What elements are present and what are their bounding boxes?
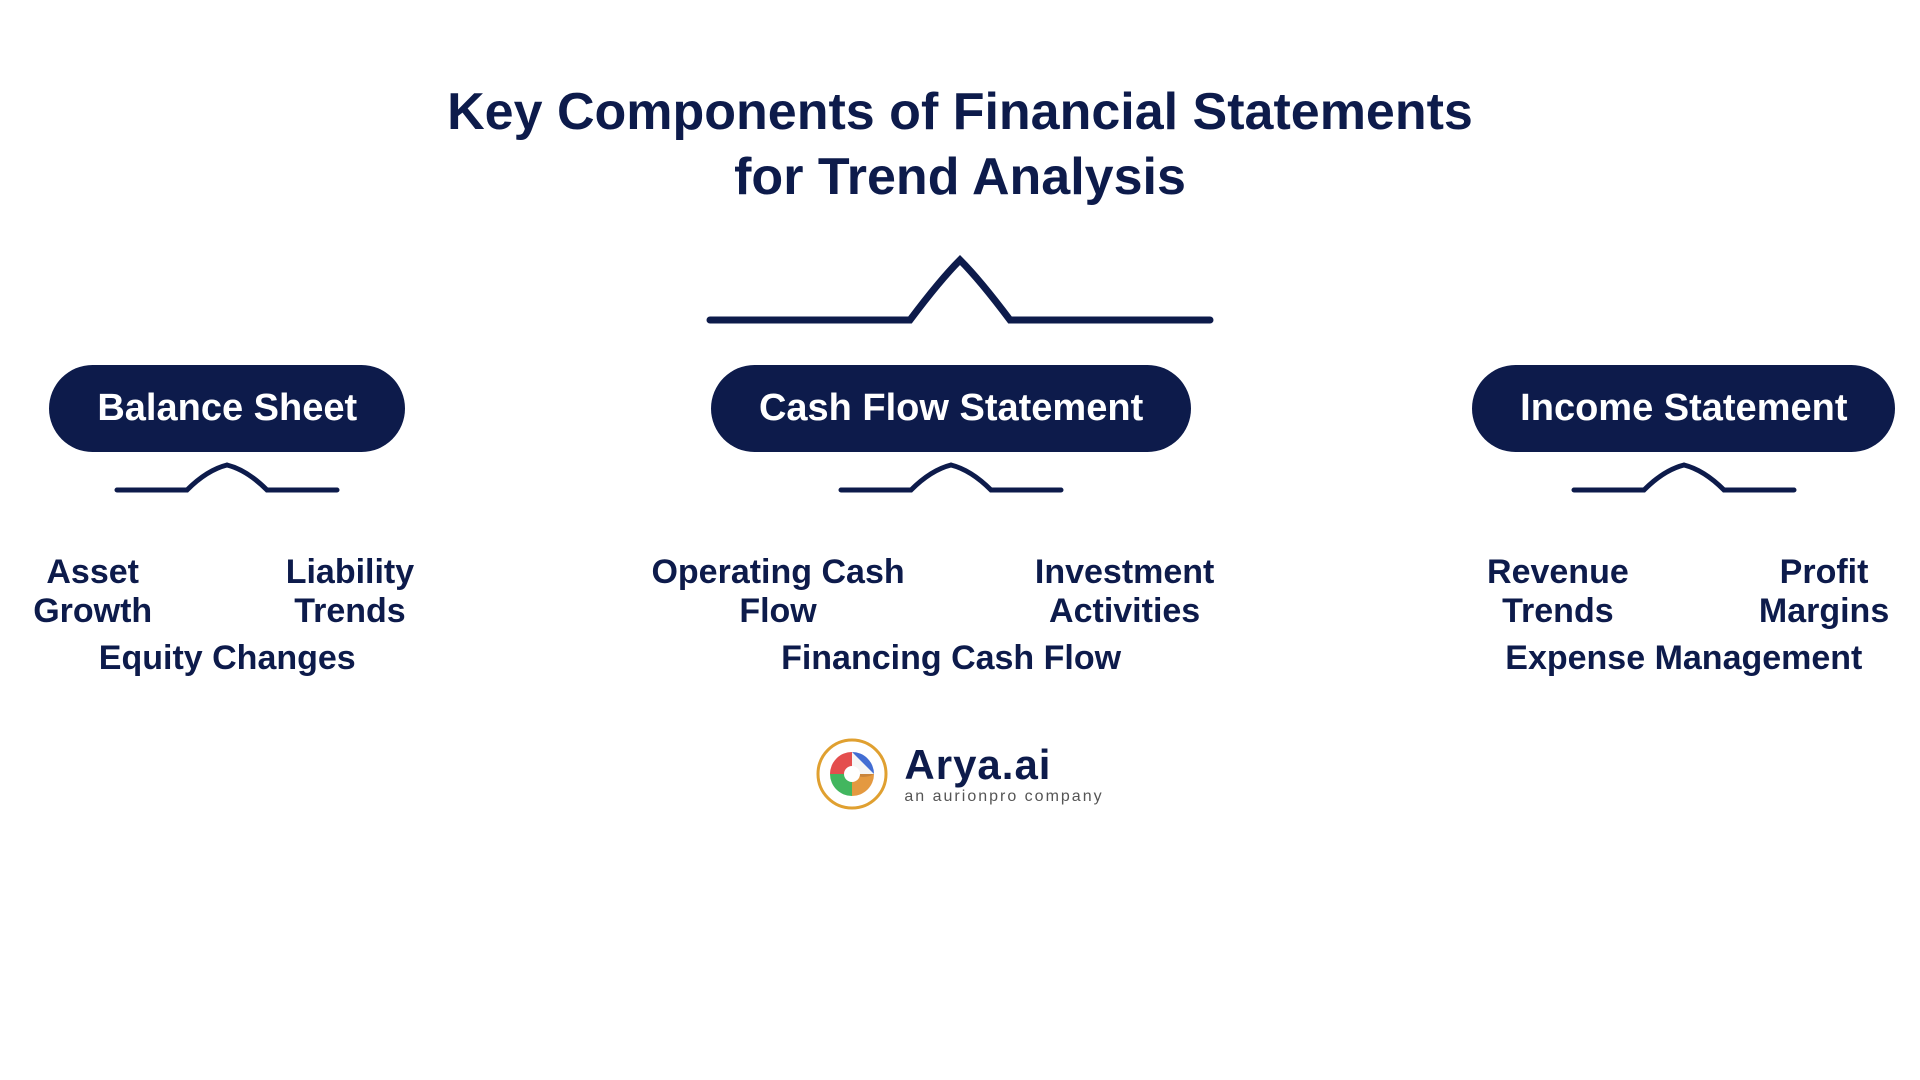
- column-cash-flow: Cash Flow Statement Operating Cash Flow …: [635, 365, 1268, 678]
- income-statement-row2: Expense Management: [1505, 639, 1862, 678]
- income-statement-connector: [1554, 460, 1814, 535]
- columns-container: Balance Sheet Asset Growth Liability Tre…: [0, 365, 1920, 678]
- logo-name: Arya.ai: [904, 742, 1051, 788]
- cash-flow-row1: Operating Cash Flow Investment Activitie…: [635, 553, 1268, 631]
- column-balance-sheet: Balance Sheet Asset Growth Liability Tre…: [0, 365, 455, 678]
- investment-activities-label: Investment Activities: [982, 553, 1268, 631]
- equity-changes-label: Equity Changes: [99, 639, 356, 678]
- logo-area: Arya.ai an aurionpro company: [816, 738, 1103, 810]
- income-statement-button[interactable]: Income Statement: [1472, 365, 1895, 452]
- logo-tagline: an aurionpro company: [904, 788, 1103, 806]
- title-line1: Key Components of Financial Statements: [447, 83, 1473, 141]
- top-connector: [680, 240, 1240, 355]
- column-income-statement: Income Statement Revenue Trends Profit M…: [1448, 365, 1920, 678]
- expense-management-label: Expense Management: [1505, 639, 1862, 678]
- cash-flow-sub-items: Operating Cash Flow Investment Activitie…: [635, 553, 1268, 678]
- revenue-trends-label: Revenue Trends: [1448, 553, 1668, 631]
- balance-sheet-sub-items: Asset Growth Liability Trends Equity Cha…: [0, 553, 455, 678]
- arya-logo-icon: [816, 738, 888, 810]
- balance-sheet-connector: [97, 460, 357, 535]
- operating-cash-flow-label: Operating Cash Flow: [635, 553, 922, 631]
- balance-sheet-row1: Asset Growth Liability Trends: [0, 553, 455, 631]
- financing-cash-flow-label: Financing Cash Flow: [781, 639, 1121, 678]
- income-statement-sub-items: Revenue Trends Profit Margins Expense Ma…: [1448, 553, 1920, 678]
- liability-trends-label: Liability Trends: [245, 553, 454, 631]
- logo-text: Arya.ai an aurionpro company: [904, 742, 1103, 806]
- balance-sheet-row2: Equity Changes: [99, 639, 356, 678]
- profit-margins-label: Profit Margins: [1728, 553, 1920, 631]
- title-line2: for Trend Analysis: [734, 148, 1186, 206]
- cash-flow-button[interactable]: Cash Flow Statement: [711, 365, 1191, 452]
- cash-flow-row2: Financing Cash Flow: [781, 639, 1121, 678]
- income-statement-row1: Revenue Trends Profit Margins: [1448, 553, 1920, 631]
- page-title: Key Components of Financial Statements f…: [447, 80, 1473, 210]
- cash-flow-connector: [821, 460, 1081, 535]
- balance-sheet-button[interactable]: Balance Sheet: [49, 365, 405, 452]
- asset-growth-label: Asset Growth: [0, 553, 185, 631]
